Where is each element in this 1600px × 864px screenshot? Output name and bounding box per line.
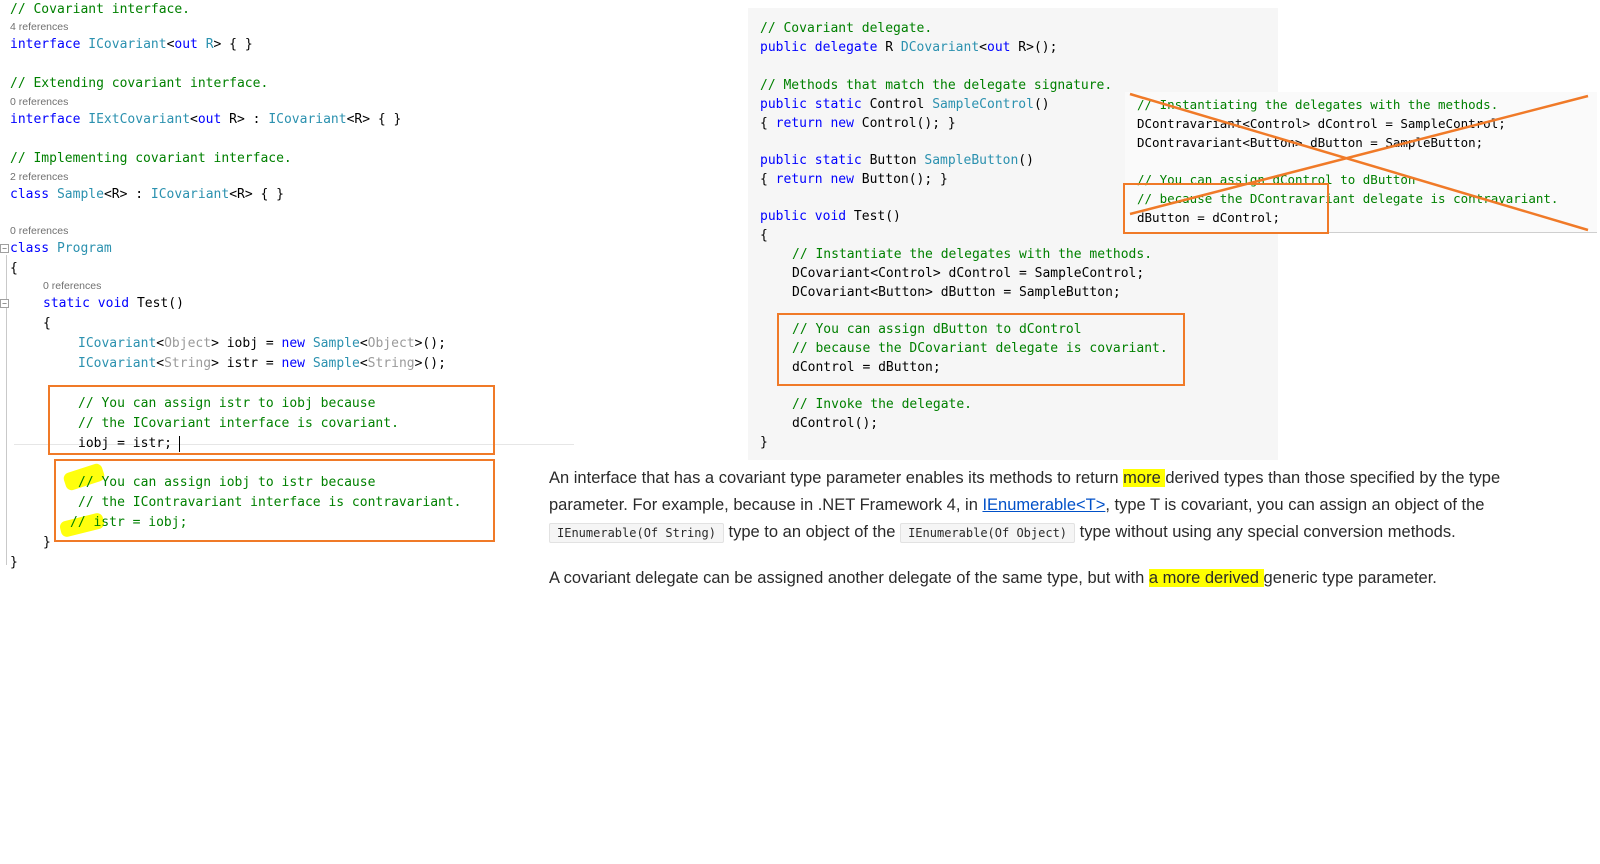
code-line: dControl(); bbox=[792, 416, 879, 431]
code-line: public static Button SampleButton() bbox=[760, 153, 1034, 168]
codelens-references[interactable]: 0 references bbox=[10, 225, 68, 237]
paragraph: A covariant delegate can be assigned ano… bbox=[549, 569, 1437, 587]
documentation-text: An interface that has a covariant type p… bbox=[549, 465, 1569, 610]
inline-code: IEnumerable(Of Object) bbox=[900, 523, 1076, 543]
code-line: public delegate R DCovariant<out R>(); bbox=[760, 40, 1058, 55]
code-line: static void Test() bbox=[43, 296, 184, 311]
annotation-box bbox=[1123, 183, 1329, 234]
code-comment: // Extending covariant interface. bbox=[10, 76, 269, 91]
code-line: { bbox=[43, 316, 51, 331]
doc-code-sample: // Covariant delegate. public delegate R… bbox=[748, 8, 1278, 460]
crossed-out-code-sample: // Instantiating the delegates with the … bbox=[1123, 92, 1597, 234]
code-comment: // Covariant interface. bbox=[10, 2, 191, 17]
code-line: { return new Button(); } bbox=[760, 172, 948, 187]
code-line: } bbox=[10, 555, 18, 570]
code-line: DCovariant<Button> dButton = SampleButto… bbox=[792, 285, 1121, 300]
code-line: ICovariant<String> istr = new Sample<Str… bbox=[78, 356, 446, 371]
annotation-box bbox=[48, 385, 495, 455]
code-line: ICovariant<Object> iobj = new Sample<Obj… bbox=[78, 336, 446, 351]
collapse-toggle-icon[interactable]: − bbox=[0, 244, 9, 253]
code-comment: // Invoke the delegate. bbox=[792, 397, 973, 412]
annotation-box bbox=[777, 313, 1185, 386]
paragraph: An interface that has a covariant type p… bbox=[549, 469, 1501, 543]
collapse-toggle-icon[interactable]: − bbox=[0, 299, 9, 308]
code-line: public static Control SampleControl() bbox=[760, 97, 1050, 112]
code-editor-panel[interactable]: // Covariant interface. 4 references int… bbox=[0, 0, 575, 580]
code-comment: // Implementing covariant interface. bbox=[10, 151, 292, 166]
code-line: { bbox=[10, 261, 18, 276]
code-line: { return new Control(); } bbox=[760, 116, 956, 131]
code-comment: // Covariant delegate. bbox=[760, 21, 933, 36]
code-line: interface IExtCovariant<out R> : ICovari… bbox=[10, 112, 402, 127]
codelens-references[interactable]: 0 references bbox=[43, 280, 101, 292]
code-comment: // Instantiate the delegates with the me… bbox=[792, 247, 1153, 262]
annotation-box bbox=[54, 459, 495, 542]
code-line: class Sample<R> : ICovariant<R> { } bbox=[10, 187, 284, 202]
code-line: class Program bbox=[10, 241, 112, 256]
code-comment: // Methods that match the delegate signa… bbox=[760, 78, 1113, 93]
highlighted-text: a more derived bbox=[1148, 569, 1264, 587]
highlighted-text: more bbox=[1123, 469, 1166, 487]
code-line: public void Test() bbox=[760, 209, 901, 224]
codelens-references[interactable]: 0 references bbox=[10, 96, 68, 108]
code-line: interface ICovariant<out R> { } bbox=[10, 37, 253, 52]
codelens-references[interactable]: 4 references bbox=[10, 21, 68, 33]
code-line: } bbox=[760, 435, 768, 450]
code-line: { bbox=[760, 228, 768, 243]
ienumerable-link[interactable]: IEnumerable<T> bbox=[982, 496, 1105, 514]
codelens-references[interactable]: 2 references bbox=[10, 171, 68, 183]
code-line: DCovariant<Control> dControl = SampleCon… bbox=[792, 266, 1145, 281]
code-line: } bbox=[43, 535, 51, 550]
inline-code: IEnumerable(Of String) bbox=[549, 523, 724, 543]
